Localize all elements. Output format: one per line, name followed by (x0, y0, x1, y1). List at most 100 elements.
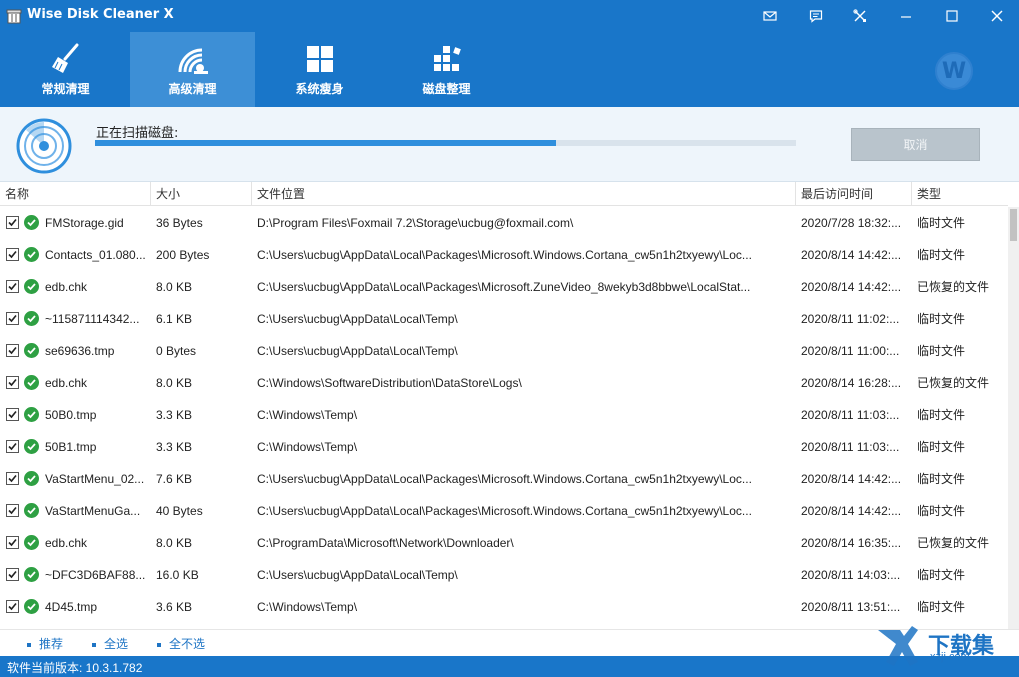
table-row[interactable]: FMStorage.gid 36 Bytes D:\Program Files\Fo… (0, 207, 1008, 239)
column-header-name[interactable]: 名称 (0, 182, 151, 206)
user-avatar[interactable]: W (935, 52, 973, 90)
minimize-icon (901, 16, 911, 18)
checkmark-icon (8, 442, 17, 451)
row-checkbox[interactable] (6, 312, 19, 325)
row-checkbox[interactable] (6, 600, 19, 613)
cell-file-name: 50B0.tmp (45, 408, 97, 422)
table-row[interactable]: Contacts_01.080... 200 Bytes C:\Users\ucbu… (0, 239, 1008, 271)
table-row[interactable]: ~DFC3D6BAF88... 16.0 KB C:\Users\ucbug\App… (0, 559, 1008, 591)
row-checkbox[interactable] (6, 536, 19, 549)
row-checkbox[interactable] (6, 248, 19, 261)
safe-status-icon (24, 279, 39, 294)
row-checkbox[interactable] (6, 440, 19, 453)
checkmark-icon (8, 218, 17, 227)
radar-scan-icon (16, 118, 72, 174)
title-bar: Wise Disk Cleaner X (0, 0, 1019, 32)
table-scrollbar[interactable] (1008, 207, 1019, 629)
column-header-size[interactable]: 大小 (151, 182, 252, 206)
check-circle-icon (27, 571, 36, 579)
column-header-type[interactable]: 类型 (912, 182, 1008, 206)
checkmark-icon (8, 474, 17, 483)
settings-button[interactable] (840, 2, 880, 30)
maximize-button[interactable] (932, 2, 972, 30)
cell-file-type: 临时文件 (917, 408, 966, 422)
cell-last-access: 2020/8/14 16:28:... (801, 376, 902, 390)
cell-file-size: 36 Bytes (156, 216, 203, 230)
row-checkbox[interactable] (6, 472, 19, 485)
tab-system-slim[interactable]: 系统瘦身 (257, 32, 382, 107)
cancel-button[interactable]: 取消 (851, 128, 980, 161)
safe-status-icon (24, 567, 39, 582)
minimize-button[interactable] (886, 2, 926, 30)
table-row[interactable]: edb.chk 8.0 KB C:\Users\ucbug\AppData\Loca… (0, 271, 1008, 303)
check-circle-icon (27, 219, 36, 227)
table-row[interactable]: VaStartMenu_02... 7.6 KB C:\Users\ucbug\Ap… (0, 463, 1008, 495)
row-checkbox[interactable] (6, 376, 19, 389)
mail-button[interactable] (750, 2, 790, 30)
checkmark-icon (8, 538, 17, 547)
table-row[interactable]: 50B0.tmp 3.3 KB C:\Windows\Temp\ 2020/8/11 … (0, 399, 1008, 431)
tab-label: 常规清理 (41, 82, 90, 96)
tab-label: 高级清理 (168, 82, 217, 96)
scan-panel: 正在扫描磁盘: 取消 (0, 107, 1019, 182)
close-button[interactable] (977, 2, 1017, 30)
scan-progress-fill (95, 140, 557, 146)
check-circle-icon (27, 411, 36, 419)
select-none-link-label: 全不选 (169, 637, 206, 651)
cell-file-type: 已恢复的文件 (917, 376, 990, 390)
row-checkbox[interactable] (6, 504, 19, 517)
cell-file-name: VaStartMenu_02... (45, 472, 145, 486)
cell-file-type: 临时文件 (917, 440, 966, 454)
tab-advanced-clean[interactable]: 高级清理 (130, 32, 255, 107)
cell-file-size: 7.6 KB (156, 472, 193, 486)
table-row[interactable]: 4D45.tmp 3.6 KB C:\Windows\Temp\ 2020/8/11 … (0, 591, 1008, 623)
tab-label: 系统瘦身 (295, 82, 344, 96)
table-row[interactable]: edb.chk 8.0 KB C:\Windows\SoftwareDistribu… (0, 367, 1008, 399)
row-checkbox[interactable] (6, 568, 19, 581)
checkmark-icon (8, 250, 17, 259)
cell-file-path: C:\Users\ucbug\AppData\Local\Temp\ (257, 568, 458, 582)
cell-file-size: 6.1 KB (156, 312, 193, 326)
scan-status-label: 正在扫描磁盘: (96, 126, 179, 141)
tab-common-clean[interactable]: 常规清理 (3, 32, 128, 107)
tab-disk-defrag[interactable]: 磁盘整理 (384, 32, 509, 107)
cell-file-type: 临时文件 (917, 504, 966, 518)
safe-status-icon (24, 535, 39, 550)
safe-status-icon (24, 215, 39, 230)
cell-file-name: 50B1.tmp (45, 440, 97, 454)
table-row[interactable]: edb.chk 8.0 KB C:\ProgramData\Microsoft\Ne… (0, 527, 1008, 559)
select-none-link[interactable]: 全不选 (157, 635, 205, 652)
recommend-link[interactable]: 推荐 (27, 635, 63, 652)
app-header: Wise Disk Cleaner X 常规清理 高级清理 系统瘦身 磁盘整理 … (0, 0, 1019, 107)
table-row[interactable]: ~115871114342... 6.1 KB C:\Users\ucbug\App… (0, 303, 1008, 335)
column-header-path[interactable]: 文件位置 (252, 182, 796, 206)
row-checkbox[interactable] (6, 408, 19, 421)
table-row[interactable]: VaStartMenuGa... 40 Bytes C:\Users\ucbug\A… (0, 495, 1008, 527)
select-all-link[interactable]: 全选 (92, 635, 128, 652)
row-checkbox[interactable] (6, 280, 19, 293)
row-checkbox[interactable] (6, 344, 19, 357)
cell-file-name: edb.chk (45, 536, 88, 550)
checkmark-icon (8, 314, 17, 323)
defrag-blocks-icon (433, 46, 461, 71)
mail-icon (763, 11, 777, 21)
cell-file-path: D:\Program Files\Foxmail 7.2\Storage\ucb… (257, 216, 574, 230)
cell-file-type: 临时文件 (917, 344, 966, 358)
row-checkbox[interactable] (6, 216, 19, 229)
cell-file-name: FMStorage.gid (45, 216, 124, 230)
column-header-last-access[interactable]: 最后访问时间 (796, 182, 912, 206)
bullet-icon (92, 642, 96, 647)
table-row[interactable]: se69636.tmp 0 Bytes C:\Users\ucbug\AppData… (0, 335, 1008, 367)
feedback-button[interactable] (796, 2, 836, 30)
cell-file-name: edb.chk (45, 376, 88, 390)
table-row[interactable]: 50B1.tmp 3.3 KB C:\Windows\Temp\ 2020/8/11 … (0, 431, 1008, 463)
safe-status-icon (24, 407, 39, 422)
version-text: 软件当前版本: 10.3.1.782 (7, 661, 143, 675)
check-circle-icon (27, 443, 36, 451)
cell-file-type: 临时文件 (917, 312, 966, 326)
cell-last-access: 2020/8/11 13:51:... (801, 600, 901, 614)
safe-status-icon (24, 599, 39, 614)
check-circle-icon (27, 315, 36, 323)
select-all-link-label: 全选 (104, 637, 129, 651)
scrollbar-thumb[interactable] (1010, 209, 1017, 241)
